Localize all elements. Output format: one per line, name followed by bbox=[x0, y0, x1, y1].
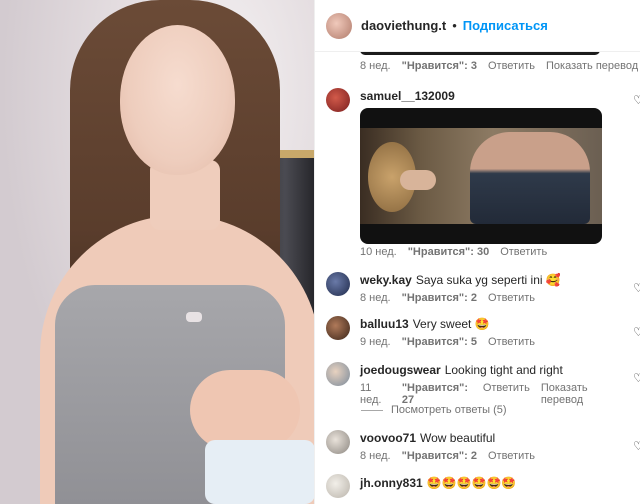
comment-likes[interactable]: "Нравится": 2 bbox=[402, 450, 477, 462]
comment-video[interactable] bbox=[360, 108, 602, 244]
bow-shape bbox=[186, 312, 202, 322]
comment-meta: 8 нед. "Нравится": 3 Ответить Показать п… bbox=[360, 60, 638, 72]
commenter-username[interactable]: joedougswear bbox=[360, 363, 441, 377]
comment-text: Wow beautiful bbox=[420, 431, 496, 445]
translate-button[interactable]: Показать перевод bbox=[541, 382, 620, 406]
post-media[interactable] bbox=[0, 0, 314, 504]
commenter-username[interactable]: weky.kay bbox=[360, 273, 412, 287]
video-hand bbox=[400, 170, 436, 190]
translate-button[interactable]: Показать перевод bbox=[546, 60, 638, 72]
commenter-username[interactable]: voovoo71 bbox=[360, 431, 416, 445]
commenter-avatar[interactable] bbox=[326, 474, 350, 498]
video-person bbox=[470, 132, 590, 224]
heart-outline-icon[interactable]: ♡ bbox=[633, 282, 640, 294]
comment-meta: 8 нед. "Нравится": 2 Ответить bbox=[360, 450, 620, 462]
comment-time: 9 нед. bbox=[360, 336, 391, 348]
comment-meta: 10 нед. "Нравится": 30 Ответить bbox=[360, 246, 547, 258]
follow-button[interactable]: Подписаться bbox=[463, 18, 548, 33]
comment-meta: 9 нед. "Нравится": 5 Ответить bbox=[360, 336, 620, 348]
view-replies-label: Посмотреть ответы (5) bbox=[391, 404, 507, 416]
reply-button[interactable]: Ответить bbox=[488, 60, 535, 72]
comment-body: balluu13 Very sweet 🤩 9 нед. "Нравится": … bbox=[360, 316, 620, 348]
comment-time: 8 нед. bbox=[360, 60, 391, 72]
comment-meta: 11 нед. "Нравится": 27 Ответить Показать… bbox=[360, 382, 620, 406]
reply-button[interactable]: Ответить bbox=[488, 336, 535, 348]
commenter-avatar[interactable] bbox=[326, 272, 350, 296]
comment-likes[interactable]: "Нравится": 3 bbox=[402, 60, 477, 72]
reply-button[interactable]: Ответить bbox=[488, 292, 535, 304]
commenter-avatar[interactable] bbox=[326, 362, 350, 386]
comment-body: voovoo71 Wow beautiful 8 нед. "Нравится":… bbox=[360, 430, 620, 462]
view-replies-button[interactable]: Посмотреть ответы (5) bbox=[361, 404, 507, 416]
reply-button[interactable]: Ответить bbox=[488, 450, 535, 462]
cloth-shape bbox=[205, 440, 314, 504]
face-shape bbox=[120, 25, 235, 175]
heart-outline-icon[interactable]: ♡ bbox=[633, 440, 640, 452]
hand-shape bbox=[190, 370, 300, 450]
author-username[interactable]: daoviethung.t bbox=[361, 18, 446, 33]
author-avatar[interactable] bbox=[326, 12, 352, 39]
commenter-username[interactable]: jh.onny831 bbox=[360, 476, 423, 490]
comments-panel: daoviethung.t • Подписаться 8 нед. "Нрав… bbox=[314, 0, 640, 504]
comment-text: Looking tight and right bbox=[444, 363, 563, 377]
comment-text: Saya suka yg seperti ini 🥰 bbox=[415, 273, 561, 287]
comment-item: weky.kay Saya suka yg seperti ini 🥰 8 нед… bbox=[315, 272, 640, 306]
comment-body: samuel__132009 bbox=[360, 88, 620, 104]
comment-meta: 8 нед. "Нравится": 2 Ответить bbox=[360, 292, 620, 304]
heart-outline-icon[interactable]: ♡ bbox=[633, 326, 640, 338]
comment-text: 🤩🤩🤩🤩🤩🤩 bbox=[426, 476, 517, 490]
reply-button[interactable]: Ответить bbox=[483, 382, 530, 406]
comment-item: jh.onny831 🤩🤩🤩🤩🤩🤩 bbox=[315, 474, 640, 504]
comment-likes[interactable]: "Нравится": 5 bbox=[402, 336, 477, 348]
comment-text: Very sweet 🤩 bbox=[412, 317, 490, 331]
comment-item: balluu13 Very sweet 🤩 9 нед. "Нравится": … bbox=[315, 316, 640, 350]
comment-item: voovoo71 Wow beautiful 8 нед. "Нравится":… bbox=[315, 430, 640, 464]
commenter-avatar[interactable] bbox=[326, 316, 350, 340]
comment-likes[interactable]: "Нравится": 30 bbox=[408, 246, 489, 258]
comment-time: 8 нед. bbox=[360, 450, 391, 462]
comment-time: 11 нед. bbox=[360, 382, 382, 406]
comment-likes[interactable]: "Нравится": 27 bbox=[402, 382, 472, 406]
replies-divider-line bbox=[361, 409, 383, 411]
commenter-avatar[interactable] bbox=[326, 88, 350, 112]
comment-item: samuel__132009 ♡ 10 нед. "Нравится": 30 … bbox=[315, 86, 640, 261]
comment-body: weky.kay Saya suka yg seperti ini 🥰 8 нед… bbox=[360, 272, 620, 304]
heart-outline-icon[interactable]: ♡ bbox=[633, 372, 640, 384]
commenter-username[interactable]: samuel__132009 bbox=[360, 89, 455, 103]
post-header: daoviethung.t • Подписаться bbox=[315, 0, 640, 52]
comment-time: 8 нед. bbox=[360, 292, 391, 304]
commenter-username[interactable]: balluu13 bbox=[360, 317, 409, 331]
commenter-avatar[interactable] bbox=[326, 430, 350, 454]
comment-likes[interactable]: "Нравится": 2 bbox=[402, 292, 477, 304]
comment-item: joedougswear Looking tight and right 11 н… bbox=[315, 362, 640, 406]
comment-body: joedougswear Looking tight and right 11 н… bbox=[360, 362, 620, 406]
header-separator: • bbox=[452, 18, 457, 33]
comment-time: 10 нед. bbox=[360, 246, 397, 258]
reply-button[interactable]: Ответить bbox=[500, 246, 547, 258]
comment-body: jh.onny831 🤩🤩🤩🤩🤩🤩 bbox=[360, 475, 620, 491]
heart-outline-icon[interactable]: ♡ bbox=[633, 94, 640, 106]
